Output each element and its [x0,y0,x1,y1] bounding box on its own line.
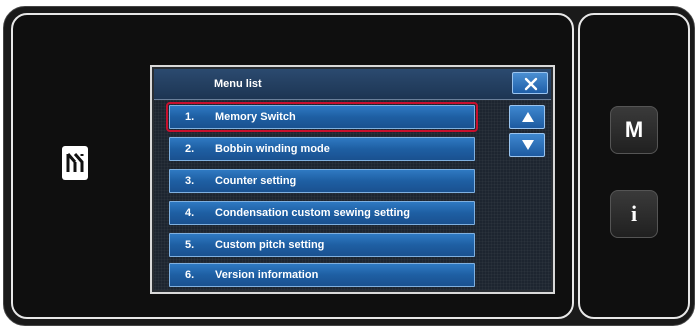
device-panel: Menu list 1. Memory Switch 2. Bobbin win… [3,6,695,326]
menu-item-counter-setting[interactable]: 3. Counter setting [169,169,475,193]
m-button[interactable]: M [610,106,658,154]
menu-item-number: 4. [185,207,195,219]
menu-item-number: 3. [185,175,195,187]
right-panel: M i [578,13,690,319]
scroll-up-button[interactable] [509,105,545,129]
nfc-icon [62,146,88,180]
triangle-up-icon [522,112,534,122]
menu-item-label: Counter setting [215,175,297,187]
menu-item-condensation-custom-sewing[interactable]: 4. Condensation custom sewing setting [169,201,475,225]
info-button[interactable]: i [610,190,658,238]
menu-item-label: Custom pitch setting [215,239,325,251]
scroll-down-button[interactable] [509,133,545,157]
menu-item-number: 1. [185,111,195,123]
menu-item-label: Condensation custom sewing setting [215,207,410,219]
menu-item-label: Memory Switch [215,111,296,123]
menu-item-number: 5. [185,239,195,251]
close-icon [524,77,538,91]
menu-item-memory-switch[interactable]: 1. Memory Switch [166,102,478,132]
left-panel: Menu list 1. Memory Switch 2. Bobbin win… [11,13,574,319]
menu-item-label: Version information [215,269,319,281]
close-button[interactable] [512,72,548,94]
menu-item-number: 2. [185,143,195,155]
menu-item-number: 6. [185,269,195,281]
menu-title: Menu list [214,78,262,90]
menu-item-version-information[interactable]: 6. Version information [169,263,475,287]
menu-item-bobbin-winding-mode[interactable]: 2. Bobbin winding mode [169,137,475,161]
menu-title-bar: Menu list [154,69,551,100]
menu-item-label: Bobbin winding mode [215,143,330,155]
menu-screen: Menu list 1. Memory Switch 2. Bobbin win… [150,65,555,294]
menu-screen-body: Menu list 1. Memory Switch 2. Bobbin win… [154,69,551,290]
menu-item-custom-pitch-setting[interactable]: 5. Custom pitch setting [169,233,475,257]
triangle-down-icon [522,140,534,150]
